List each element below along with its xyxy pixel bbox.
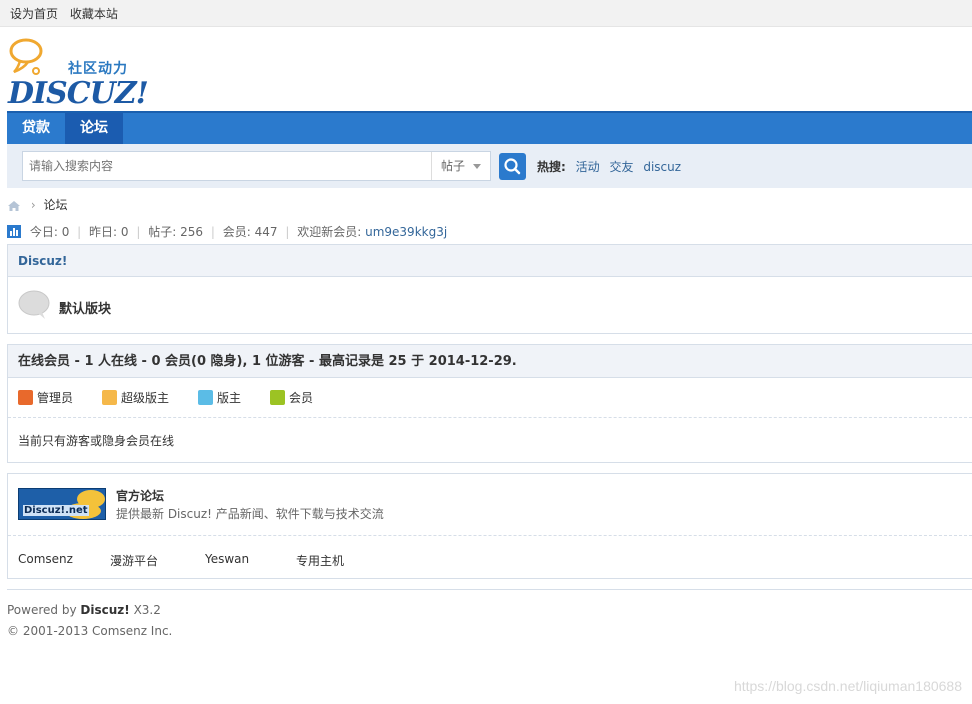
separator: | [210, 225, 215, 239]
link-comsenz[interactable]: Comsenz [18, 552, 73, 566]
header: 社区动力 DISCUZ! [0, 27, 972, 111]
posts-label: 帖子: [148, 225, 177, 239]
top-bar: 设为首页 收藏本站 [0, 0, 972, 27]
footer-divider [7, 589, 972, 590]
official-forum-link[interactable]: 官方论坛 [116, 487, 164, 504]
separator: | [136, 225, 141, 239]
separator: | [285, 225, 290, 239]
bookmark-link[interactable]: 收藏本站 [70, 7, 118, 21]
breadcrumb: › 论坛 [7, 196, 67, 214]
admin-icon [18, 390, 33, 405]
search-button[interactable] [499, 153, 526, 180]
featured-link: Discuz!.net 官方论坛 提供最新 Discuz! 产品新闻、软件下载与… [8, 474, 972, 536]
link-manyou[interactable]: 漫游平台 [110, 552, 158, 569]
main-nav: 贷款 论坛 [7, 111, 972, 144]
link-hosting[interactable]: 专用主机 [296, 552, 344, 569]
today-value: 0 [61, 225, 70, 239]
category-panel: Discuz! 默认版块 [7, 244, 972, 334]
version-label: X3.2 [133, 603, 161, 617]
legend-label: 超级版主 [121, 391, 170, 405]
members-value: 447 [254, 225, 278, 239]
legend-item-admin: 管理员 [18, 390, 73, 406]
discuz-net-label: Discuz!.net [23, 505, 89, 516]
yesterday-label: 昨日: [89, 225, 118, 239]
forum-name-link[interactable]: 默认版块 [59, 298, 111, 317]
search-icon [504, 158, 521, 175]
footer-copyright: © 2001-2013 Comsenz Inc. [7, 624, 173, 638]
logo-brand: DISCUZ! [8, 76, 149, 111]
forum-stats: 今日: 0 | 昨日: 0 | 帖子: 256 | 会员: 447 | 欢迎新会… [7, 223, 447, 239]
newest-member-label: 欢迎新会员: [297, 225, 362, 239]
nav-item-loan[interactable]: 贷款 [7, 113, 65, 144]
watermark: https://blog.csdn.net/liqiuman180688 [733, 678, 962, 694]
moderator-icon [198, 390, 213, 405]
link-yeswan[interactable]: Yeswan [205, 552, 249, 566]
search-type-label: 帖子 [441, 159, 466, 173]
search-type-select[interactable]: 帖子 [431, 152, 491, 180]
logo-bubble-icon [9, 38, 43, 75]
hot-link[interactable]: discuz [643, 160, 681, 174]
legend-label: 版主 [217, 391, 242, 405]
chevron-down-icon [473, 164, 481, 169]
legend-item-member: 会员 [270, 390, 313, 406]
super-moderator-icon [102, 390, 117, 405]
nav-item-forum[interactable]: 论坛 [65, 113, 123, 144]
newest-member-link[interactable]: um9e39kkg3j [365, 225, 447, 239]
legend-item-mod: 版主 [198, 390, 241, 406]
legend-label: 会员 [289, 391, 314, 405]
search-bar: 帖子 热搜: 活动 交友 discuz [7, 144, 972, 188]
hot-label: 热搜: [537, 160, 566, 174]
members-label: 会员: [222, 225, 251, 239]
member-icon [270, 390, 285, 405]
breadcrumb-current: 论坛 [43, 198, 68, 212]
breadcrumb-separator: › [30, 198, 36, 212]
forum-row: 默认版块 [8, 277, 972, 333]
member-legend: 管理员 超级版主 版主 会员 [8, 378, 972, 418]
category-title[interactable]: Discuz! [8, 245, 972, 277]
hot-link[interactable]: 交友 [609, 160, 633, 174]
posts-value: 256 [180, 225, 204, 239]
friend-links-panel: Discuz!.net 官方论坛 提供最新 Discuz! 产品新闻、软件下载与… [7, 473, 972, 579]
forum-bubble-icon [18, 290, 50, 319]
stats-chart-icon [7, 225, 21, 238]
legend-item-super-mod: 超级版主 [102, 390, 169, 406]
text-links: Comsenz 漫游平台 Yeswan 专用主机 [8, 536, 972, 579]
legend-label: 管理员 [37, 391, 74, 405]
footer-powered: Powered by Discuz! X3.2 [7, 603, 161, 617]
online-members-panel: 在线会员 - 1 人在线 - 0 会员(0 隐身), 1 位游客 - 最高记录是… [7, 344, 972, 463]
hot-link[interactable]: 活动 [576, 160, 600, 174]
online-note: 当前只有游客或隐身会员在线 [18, 434, 175, 448]
powered-label: Powered by [7, 603, 77, 617]
set-home-link[interactable]: 设为首页 [10, 7, 58, 21]
discuz-net-logo[interactable]: Discuz!.net [18, 488, 106, 520]
official-forum-desc: 提供最新 Discuz! 产品新闻、软件下载与技术交流 [116, 507, 384, 521]
home-icon[interactable] [7, 200, 21, 212]
today-label: 今日: [29, 225, 58, 239]
separator: | [77, 225, 82, 239]
logo-subtitle: 社区动力 [68, 61, 128, 77]
hot-searches: 热搜: 活动 交友 discuz [537, 158, 687, 175]
search-box: 帖子 [22, 151, 491, 181]
discuz-logo[interactable]: 社区动力 DISCUZ! [8, 38, 149, 111]
search-input[interactable] [23, 152, 431, 180]
online-title: 在线会员 - 1 人在线 - 0 会员(0 隐身), 1 位游客 - 最高记录是… [8, 345, 972, 378]
product-link[interactable]: Discuz! [80, 603, 129, 617]
yesterday-value: 0 [120, 225, 129, 239]
